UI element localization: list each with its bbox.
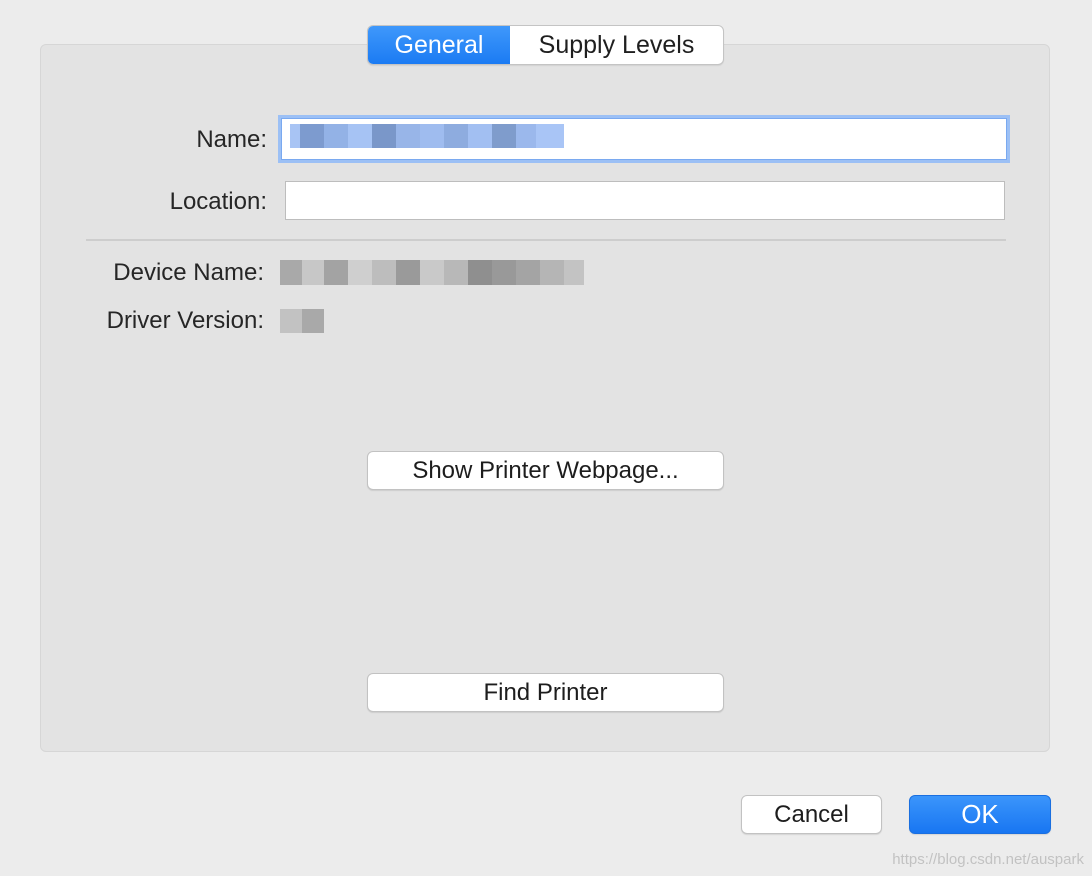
- show-printer-webpage-button[interactable]: Show Printer Webpage...: [367, 451, 724, 490]
- driver-version-redacted-value: [280, 309, 324, 333]
- tab-general[interactable]: General: [368, 26, 510, 64]
- name-redacted-value: [290, 124, 564, 148]
- location-label: Location:: [169, 188, 267, 215]
- driver-version-label: Driver Version:: [106, 307, 264, 334]
- find-printer-button[interactable]: Find Printer: [367, 673, 724, 712]
- name-label: Name:: [196, 126, 267, 153]
- ok-button[interactable]: OK: [909, 795, 1051, 834]
- watermark-text: https://blog.csdn.net/auspark: [892, 851, 1084, 868]
- tab-bar: General Supply Levels: [367, 25, 724, 65]
- location-field[interactable]: [285, 181, 1005, 220]
- cancel-button[interactable]: Cancel: [741, 795, 882, 834]
- section-divider: [86, 239, 1006, 241]
- device-name-redacted-value: [280, 260, 584, 285]
- device-name-label: Device Name:: [113, 259, 264, 286]
- tab-supply-levels[interactable]: Supply Levels: [510, 26, 723, 64]
